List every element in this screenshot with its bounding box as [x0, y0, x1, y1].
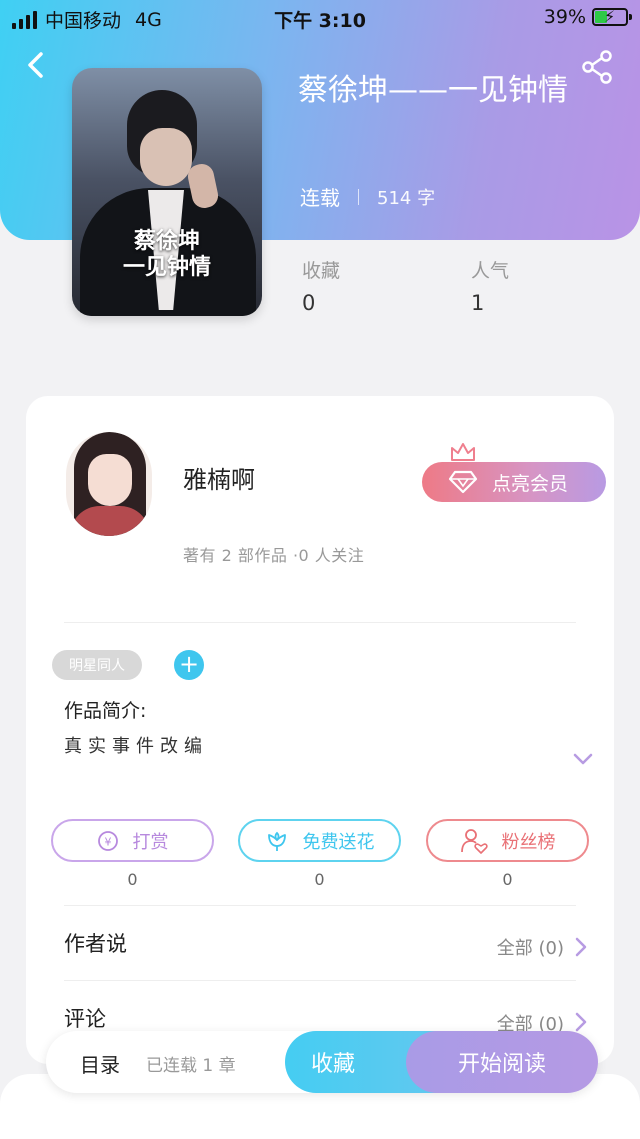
crown-icon	[451, 443, 475, 461]
favorites-value: 0	[302, 291, 316, 315]
fans-count: 0	[502, 870, 513, 889]
status-bar: 中国移动 4G 下午 3:10 39% ⚡	[0, 0, 640, 36]
divider	[64, 622, 576, 623]
status-right: 39% ⚡	[543, 6, 632, 28]
intro-text: 真实事件改编	[64, 736, 208, 757]
toc-button[interactable]: 目录	[80, 1049, 120, 1078]
flower-button[interactable]: 免费送花	[238, 819, 401, 862]
tip-count: 0	[127, 870, 138, 889]
tip-button[interactable]: ¥ 打赏	[51, 819, 214, 862]
chevron-right-icon[interactable]	[574, 936, 588, 958]
vip-label: 点亮会员	[492, 472, 569, 495]
popularity-value: 1	[471, 291, 485, 315]
flower-icon	[267, 831, 286, 851]
start-reading-label: 开始阅读	[457, 1052, 546, 1077]
popularity-label: 人气	[471, 260, 510, 282]
tip-label: 打赏	[132, 831, 169, 853]
back-button[interactable]	[22, 50, 52, 80]
flower-count: 0	[314, 870, 325, 889]
user-heart-icon	[460, 828, 488, 854]
battery-icon: ⚡	[592, 7, 632, 26]
cover-title-line2: 一见钟情	[122, 254, 211, 279]
favorites-stat: 收藏 0	[302, 256, 340, 315]
battery-percent: 39%	[543, 6, 586, 28]
author-says-all[interactable]: 全部 (0)	[497, 934, 564, 960]
fans-label: 粉丝榜	[501, 831, 556, 853]
cover-title: 蔡徐坤 一见钟情	[72, 228, 262, 280]
vip-button[interactable]: 点亮会员	[422, 462, 606, 502]
book-title: 蔡徐坤——一见钟情	[298, 73, 568, 108]
start-reading-button[interactable]: 开始阅读	[406, 1031, 598, 1093]
word-count: 514 字	[377, 187, 436, 209]
add-tag-button[interactable]: +	[174, 650, 204, 680]
fans-button[interactable]: 粉丝榜	[426, 819, 589, 862]
comments-label[interactable]: 评论	[64, 1003, 106, 1033]
flower-label: 免费送花	[302, 831, 375, 853]
tag-chip[interactable]: 明星同人	[52, 650, 142, 680]
author-name[interactable]: 雅楠啊	[183, 460, 255, 495]
author-avatar[interactable]	[66, 432, 152, 536]
toc-status: 已连载 1 章	[146, 1056, 236, 1076]
chevron-down-icon[interactable]	[572, 752, 594, 766]
chevron-right-icon[interactable]	[574, 1011, 588, 1033]
chevron-left-icon	[28, 52, 43, 78]
intro-label: 作品简介:	[64, 700, 147, 722]
popularity-stat: 人气 1	[471, 256, 509, 315]
author-says-label[interactable]: 作者说	[64, 928, 127, 958]
divider	[64, 905, 576, 906]
divider	[64, 980, 576, 981]
book-status: 连载	[300, 186, 340, 210]
cover-title-line1: 蔡徐坤	[133, 228, 200, 253]
yen-coin-icon: ¥	[97, 830, 118, 851]
meta-divider	[358, 188, 359, 205]
book-cover[interactable]: 蔡徐坤 一见钟情	[72, 68, 262, 316]
favorite-button-label: 收藏	[311, 1052, 356, 1077]
svg-text:¥: ¥	[104, 835, 111, 848]
diamond-icon	[448, 470, 478, 494]
author-info: 著有 2 部作品 ·0 人关注	[183, 546, 365, 565]
favorites-label: 收藏	[302, 260, 341, 282]
book-meta: 连载 514 字	[300, 182, 435, 211]
